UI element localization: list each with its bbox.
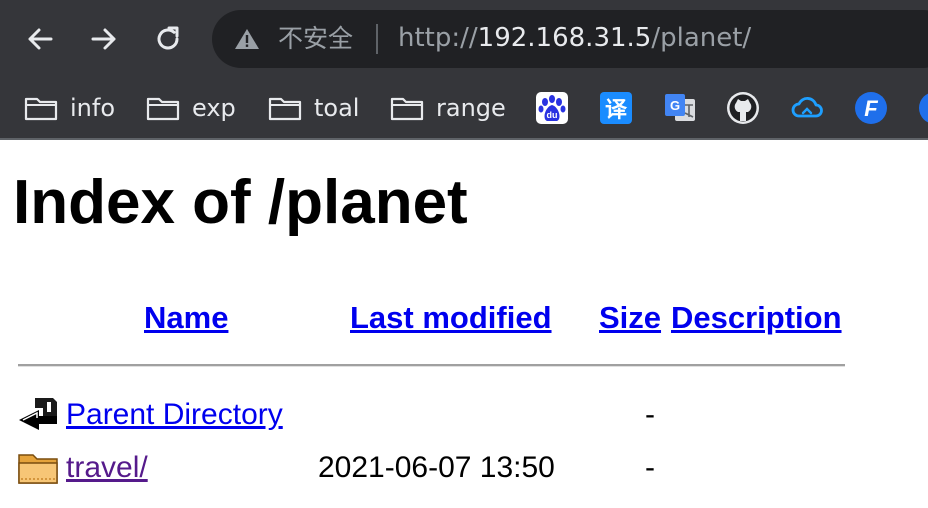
reload-icon xyxy=(157,26,179,50)
bookmark-label: info xyxy=(70,94,116,122)
folder-icon xyxy=(268,97,302,121)
svg-text:译: 译 xyxy=(605,98,628,123)
omnibox-divider xyxy=(376,24,378,54)
svg-text:G: G xyxy=(670,98,680,113)
reload-button[interactable] xyxy=(146,17,190,61)
arrow-left-icon xyxy=(28,28,53,50)
folder-icon xyxy=(390,97,424,121)
sort-by-size-link[interactable]: Size xyxy=(599,298,661,338)
back-button[interactable] xyxy=(18,17,62,61)
back-icon xyxy=(19,398,57,430)
svg-text:du: du xyxy=(547,110,558,120)
sort-by-last-modified-link[interactable]: Last modified xyxy=(350,298,552,338)
folder-icon xyxy=(24,97,58,121)
arrow-right-icon xyxy=(91,28,116,50)
url-path: /planet/ xyxy=(651,23,752,53)
folder-icon xyxy=(146,97,180,121)
sort-by-description-link[interactable]: Description xyxy=(671,298,842,338)
warning-icon[interactable] xyxy=(234,27,260,51)
browser-toolbar: 不安全 http://192.168.31.5/planet/ xyxy=(0,0,928,78)
bookmark-folder-toal[interactable]: toal xyxy=(268,88,359,128)
address-bar[interactable]: 不安全 http://192.168.31.5/planet/ xyxy=(212,10,928,68)
bookmark-label: exp xyxy=(192,94,236,122)
url-scheme: http:// xyxy=(398,23,478,53)
security-status[interactable]: 不安全 xyxy=(278,23,353,55)
bookmark-label: toal xyxy=(314,94,360,122)
bookmark-overflow-icon[interactable] xyxy=(918,91,928,125)
cloud-icon[interactable] xyxy=(790,91,824,125)
svg-text:F: F xyxy=(864,96,878,121)
translate-icon[interactable]: 译 xyxy=(599,91,633,125)
bookmark-folder-range[interactable]: range xyxy=(390,88,506,128)
folder-icon xyxy=(18,454,58,484)
forward-button[interactable] xyxy=(82,17,126,61)
travel-directory-link[interactable]: travel/ xyxy=(66,448,148,488)
github-icon[interactable] xyxy=(726,91,760,125)
url-host: 192.168.31.5 xyxy=(477,23,652,53)
header-divider xyxy=(18,364,845,367)
bookmarks-bar: info exp toal range du 译 G F xyxy=(0,78,928,140)
travel-last-modified: 2021-06-07 13:50 xyxy=(318,451,555,484)
sort-by-name-link[interactable]: Name xyxy=(144,298,228,338)
f-app-icon[interactable]: F xyxy=(854,91,888,125)
bookmark-label: range xyxy=(436,94,506,122)
bookmark-folder-exp[interactable]: exp xyxy=(146,88,236,128)
parent-directory-link[interactable]: Parent Directory xyxy=(66,395,283,435)
parent-directory-size: - xyxy=(645,398,655,431)
baidu-icon[interactable]: du xyxy=(535,91,569,125)
google-translate-icon[interactable]: G xyxy=(663,91,697,125)
bookmark-folder-info[interactable]: info xyxy=(24,88,115,128)
page-title: Index of /planet xyxy=(13,168,468,237)
url-text[interactable]: http://192.168.31.5/planet/ xyxy=(398,22,751,54)
travel-size: - xyxy=(645,451,655,484)
